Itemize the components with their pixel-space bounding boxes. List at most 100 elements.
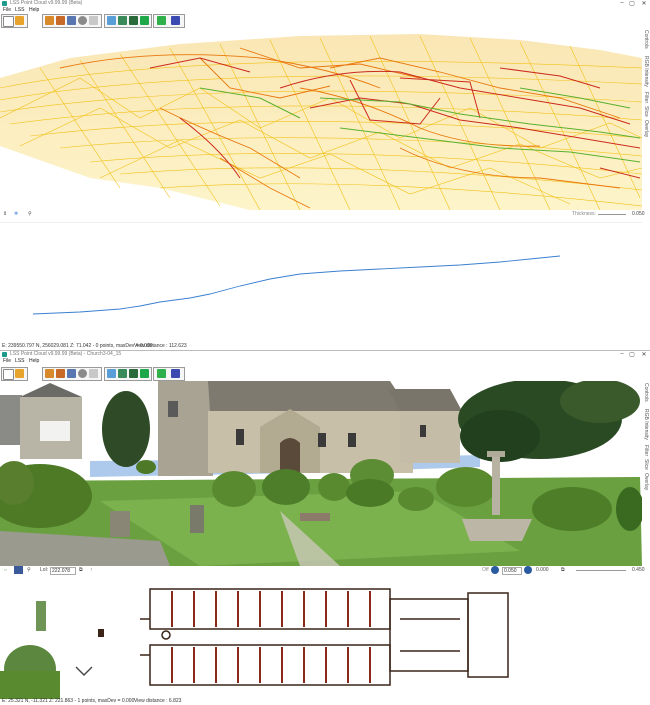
view-distance-readout: View distance : 112.623	[134, 343, 187, 349]
title-bar: LSS Point Cloud v9.99.99 (Beta) – ▢ ✕	[0, 0, 650, 7]
church-point-cloud-view[interactable]	[0, 381, 642, 566]
link-icon[interactable]	[157, 369, 166, 378]
menu-lss[interactable]: LSS	[15, 358, 24, 364]
camera-icon[interactable]	[140, 16, 149, 25]
building-view-icon[interactable]	[118, 16, 127, 25]
chevron-down-icon[interactable]	[75, 666, 93, 676]
menu-bar: File LSS Help	[0, 7, 650, 14]
toolbar-group-tools	[42, 14, 102, 28]
pin-icon[interactable]: ⚲	[27, 567, 31, 573]
toolbar-group-file	[1, 367, 28, 381]
off-label: Off	[482, 567, 489, 573]
menu-bar: File LSS Help	[0, 358, 650, 365]
slice-slider[interactable]	[576, 570, 626, 571]
camera-icon[interactable]	[140, 369, 149, 378]
rewind-icon[interactable]	[491, 566, 499, 574]
pin-icon[interactable]: ⚲	[28, 211, 32, 217]
side-tab-slice[interactable]: Slice	[641, 459, 649, 470]
landscape-view-icon[interactable]	[107, 16, 116, 25]
arrow-up-icon[interactable]: ↑	[90, 567, 93, 573]
toolbar-group-link	[153, 14, 185, 28]
terrain-mesh-view[interactable]	[0, 28, 642, 210]
measure-icon[interactable]	[171, 16, 180, 25]
forward-icon[interactable]	[524, 566, 532, 574]
open-folder-icon[interactable]	[15, 369, 24, 378]
side-tab-controls[interactable]: Controls	[641, 30, 649, 49]
slice-value-c: 0.450	[632, 567, 645, 573]
side-tab-filter[interactable]: Filter	[641, 445, 649, 456]
copy-icon[interactable]: ⧉	[79, 567, 83, 573]
export-icon[interactable]	[56, 16, 65, 25]
stop-icon[interactable]	[78, 369, 87, 378]
settings-icon[interactable]	[67, 369, 76, 378]
pan-arrows-icon[interactable]: ⇔	[3, 567, 8, 573]
toolbar-group-file	[1, 14, 28, 28]
thickness-label: Thickness:	[572, 211, 596, 217]
landscape-view-icon[interactable]	[107, 369, 116, 378]
side-tab-rgb[interactable]: RGB Intensity	[641, 409, 649, 440]
link-icon[interactable]	[157, 16, 166, 25]
side-tab-overlay[interactable]: Overlay	[641, 473, 649, 490]
profile-view[interactable]	[0, 222, 642, 340]
minimize-button[interactable]: –	[618, 351, 626, 357]
grid-toggle-icon[interactable]	[14, 566, 23, 574]
toolbar	[0, 367, 650, 381]
window-title: LSS Point Cloud v9.99.99 (Beta) - Church…	[10, 351, 122, 357]
reset-icon[interactable]	[89, 16, 98, 25]
measure-icon[interactable]	[171, 369, 180, 378]
toolbar-group-view	[104, 14, 152, 28]
toolbar-group-view	[104, 367, 152, 381]
view-status-bar: ⇔ ⚲ LoI: 222.078 ⧉ ↑ Off 0.050 0.000 ⧉ 0…	[0, 566, 645, 575]
app-icon	[2, 1, 7, 6]
menu-file[interactable]: File	[3, 7, 11, 13]
import-icon[interactable]	[45, 16, 54, 25]
toolbar	[0, 14, 650, 28]
move-vertical-icon[interactable]: ⇕	[3, 211, 7, 217]
menu-lss[interactable]: LSS	[15, 7, 24, 13]
title-bar: LSS Point Cloud v9.99.99 (Beta) - Church…	[0, 351, 650, 358]
side-tab-slice[interactable]: Slice	[641, 106, 649, 117]
info-bar: E: 239550.797 N, 256029.081 Z: 71.042 - …	[0, 343, 650, 349]
menu-file[interactable]: File	[3, 358, 11, 364]
slice-value-b: 0.000	[536, 567, 549, 573]
side-tab-controls[interactable]: Controls	[641, 383, 649, 402]
image-view-icon[interactable]	[129, 369, 138, 378]
coordinates-readout: E: 239550.797 N, 256029.081 Z: 71.042 - …	[2, 343, 153, 349]
side-tab-overlay[interactable]: Overlay	[641, 120, 649, 137]
lod-input[interactable]: 222.078	[50, 567, 76, 575]
close-button[interactable]: ✕	[640, 351, 648, 358]
profile-line	[32, 255, 561, 315]
building-view-icon[interactable]	[118, 369, 127, 378]
image-view-icon[interactable]	[129, 16, 138, 25]
info-bar: E: 25.321 N, -11.321 Z: 221.863 - 1 poin…	[0, 698, 650, 704]
menu-help[interactable]: Help	[29, 7, 39, 13]
floor-plan-view[interactable]	[0, 579, 642, 699]
view-status-bar: ⇕ ❄ ⚲ Thickness: 0.050	[0, 210, 645, 219]
new-file-icon[interactable]	[3, 16, 14, 27]
open-folder-icon[interactable]	[15, 16, 24, 25]
minimize-button[interactable]: –	[618, 0, 626, 6]
view-distance-readout: View distance : 6.823	[134, 698, 182, 704]
snowflake-icon[interactable]: ❄	[14, 211, 18, 217]
new-file-icon[interactable]	[3, 369, 14, 380]
close-button[interactable]: ✕	[640, 0, 648, 7]
thickness-slider[interactable]	[598, 214, 626, 215]
window-terrain: LSS Point Cloud v9.99.99 (Beta) – ▢ ✕ Fi…	[0, 0, 650, 349]
maximize-button[interactable]: ▢	[628, 351, 636, 358]
stop-icon[interactable]	[78, 16, 87, 25]
copy-icon[interactable]: ⧉	[561, 567, 565, 573]
maximize-button[interactable]: ▢	[628, 0, 636, 7]
menu-help[interactable]: Help	[29, 358, 39, 364]
toolbar-group-link	[153, 367, 185, 381]
coordinates-readout: E: 25.321 N, -11.321 Z: 221.863 - 1 poin…	[2, 698, 135, 704]
window-church: LSS Point Cloud v9.99.99 (Beta) - Church…	[0, 350, 650, 705]
thickness-value: 0.050	[632, 211, 645, 217]
settings-icon[interactable]	[67, 16, 76, 25]
slice-input-a[interactable]: 0.050	[502, 567, 522, 575]
app-icon	[2, 352, 7, 357]
side-tab-rgb[interactable]: RGB Intensity	[641, 56, 649, 87]
import-icon[interactable]	[45, 369, 54, 378]
reset-icon[interactable]	[89, 369, 98, 378]
export-icon[interactable]	[56, 369, 65, 378]
side-tab-filter[interactable]: Filter	[641, 92, 649, 103]
